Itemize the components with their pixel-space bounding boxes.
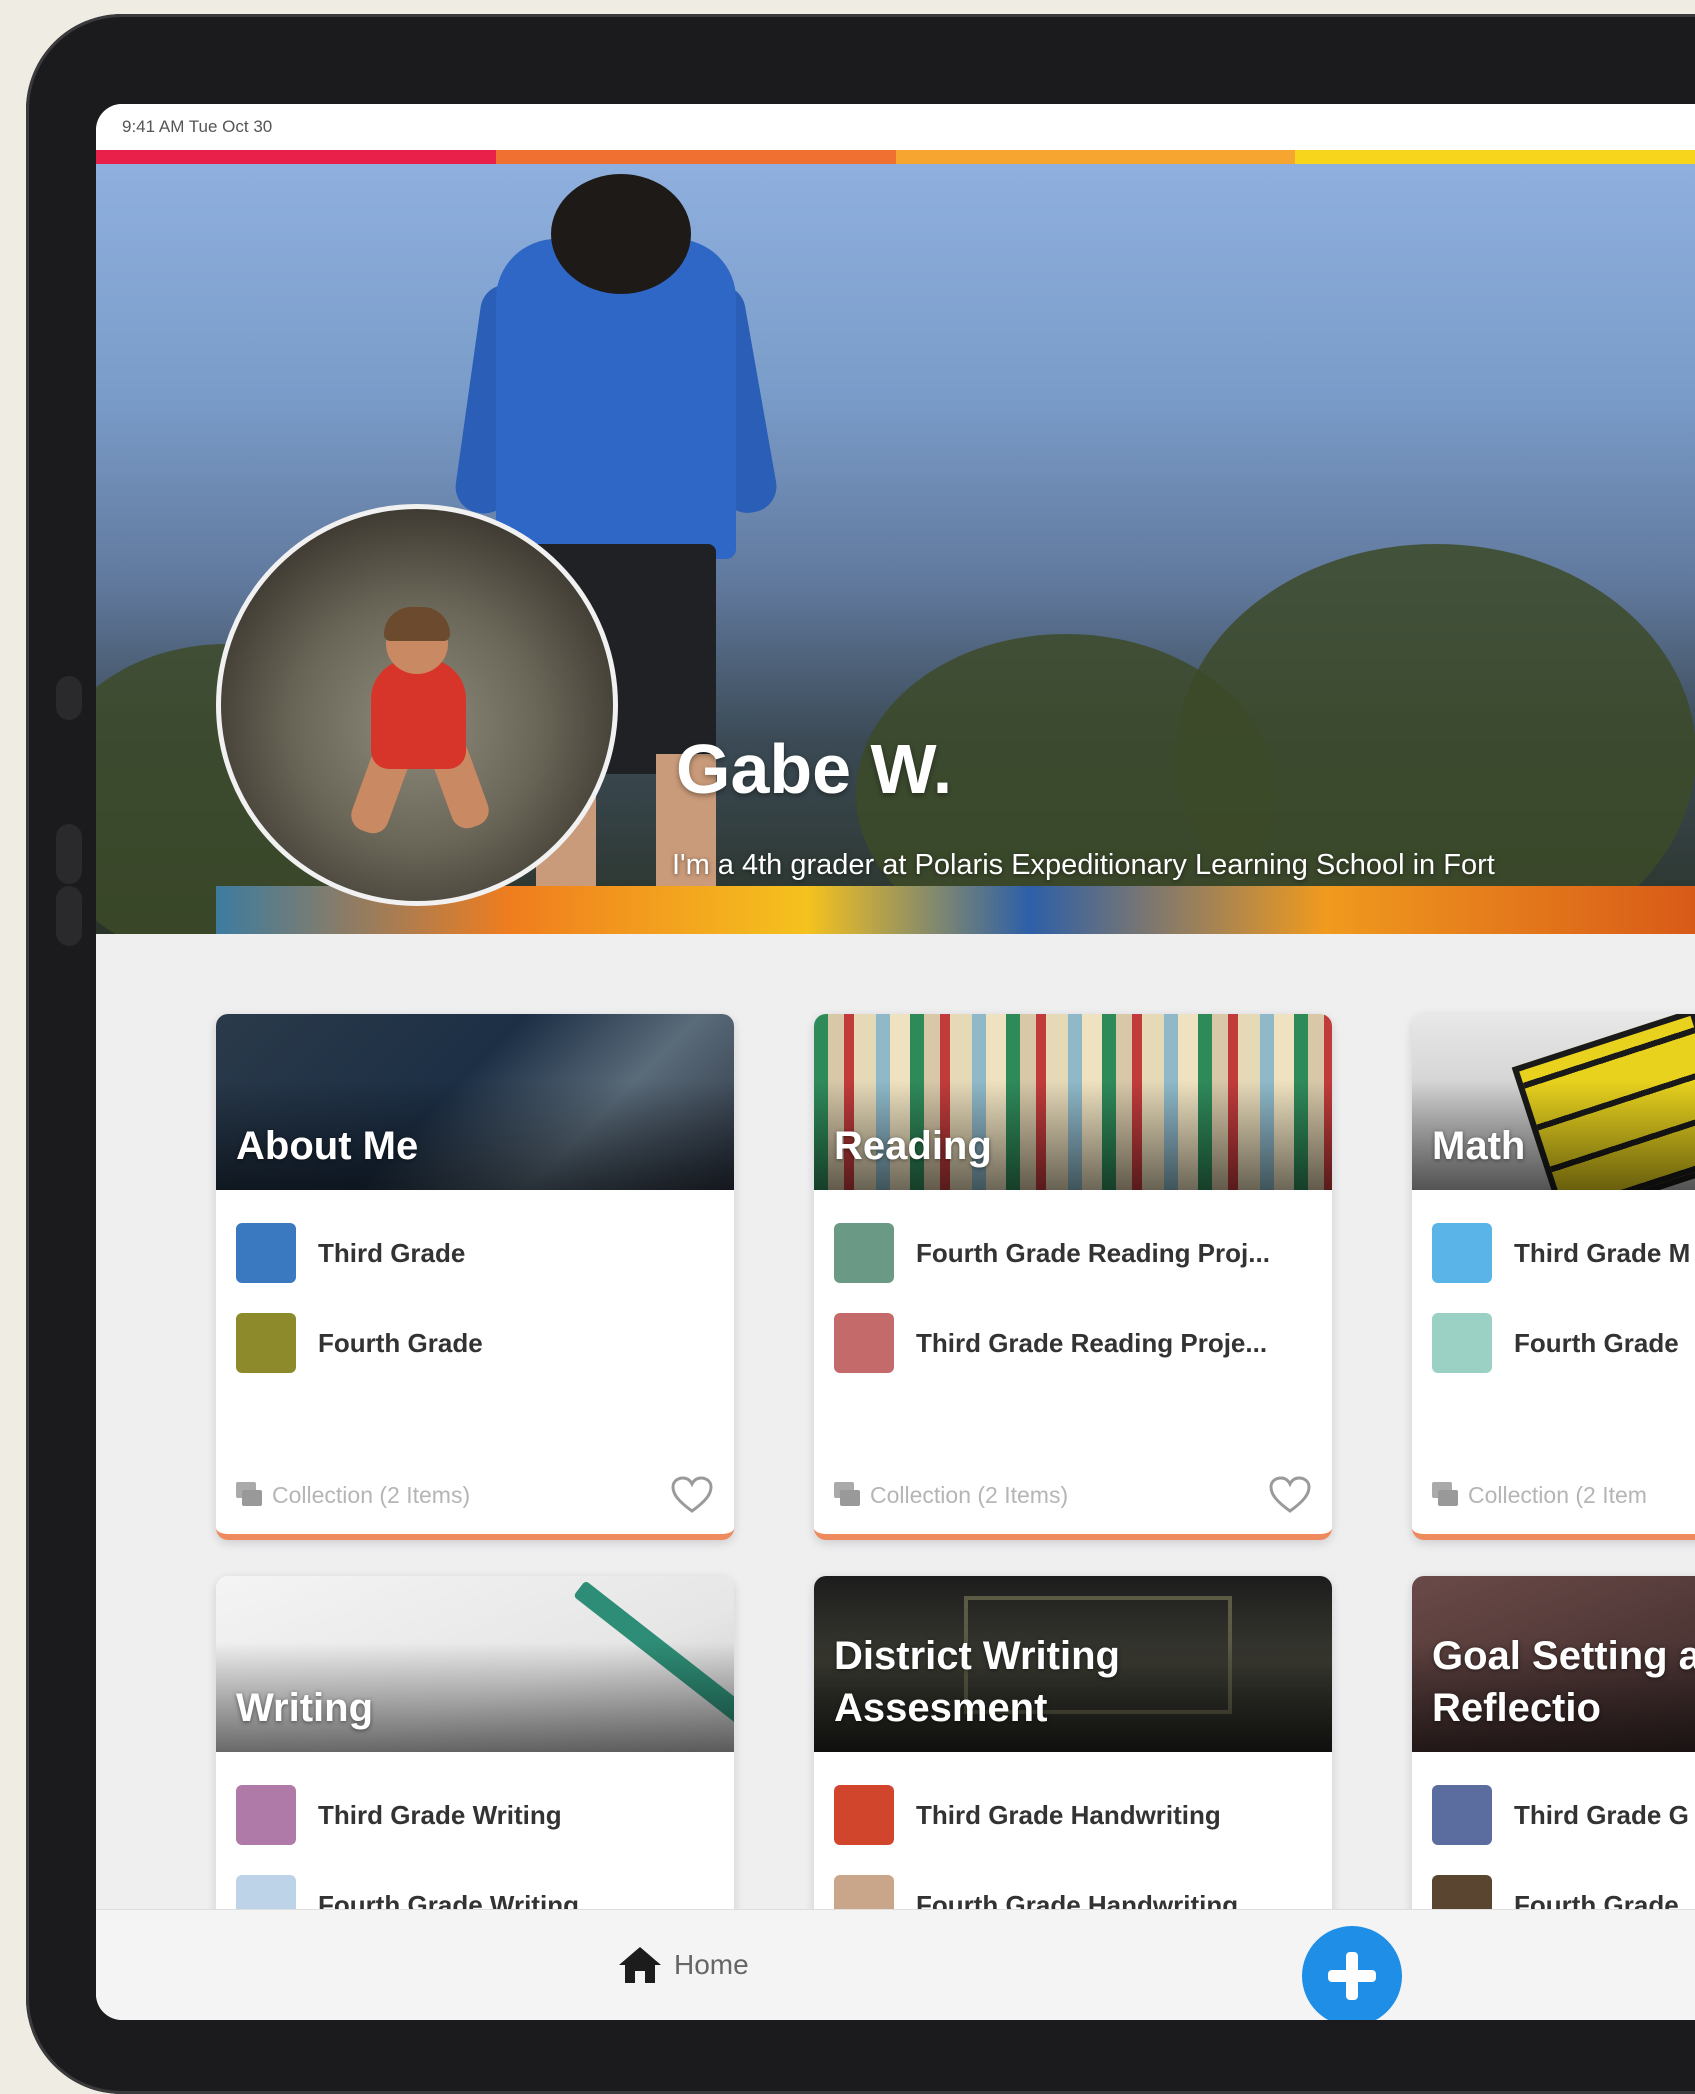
card-item[interactable]: Fourth Grade — [1432, 1298, 1695, 1388]
status-bar: 9:41 AM Tue Oct 30 — [96, 104, 1695, 150]
avatar[interactable] — [216, 504, 618, 906]
bottom-tab-bar: Home — [96, 1909, 1695, 2020]
card-item-label: Third Grade Reading Proje... — [916, 1327, 1268, 1358]
collection-card-about-me[interactable]: About Me Third Grade Fourth Grade Collec… — [216, 1014, 734, 1540]
profile-cover-photo: Gabe W. I'm a 4th grader at Polaris Expe… — [96, 164, 1695, 934]
card-title: Goal Setting and Reflectio — [1432, 1634, 1695, 1730]
item-thumbnail — [236, 1313, 296, 1373]
collection-card-goal-setting[interactable]: Goal Setting and Reflectio Third Grade G… — [1412, 1576, 1695, 1910]
card-footer: Collection (2 Items) — [236, 1472, 714, 1518]
card-cover-image: Goal Setting and Reflectio — [1412, 1576, 1695, 1752]
collection-card-reading[interactable]: Reading Fourth Grade Reading Proj... Thi… — [814, 1014, 1332, 1540]
person-head — [551, 174, 691, 294]
card-item-label: Third Grade M — [1514, 1237, 1691, 1268]
avatar-torso — [371, 659, 466, 769]
card-item-list: Third Grade Fourth Grade — [236, 1208, 714, 1388]
card-footer: Collection (2 Items) — [834, 1472, 1312, 1518]
heart-icon[interactable] — [670, 1475, 714, 1515]
collection-card-writing[interactable]: Writing Third Grade Writing Fourth Grade… — [216, 1576, 734, 1910]
card-item-label: Third Grade Writing — [318, 1799, 562, 1830]
status-time: 9:41 AM Tue Oct 30 — [122, 117, 273, 136]
card-item-label: Third Grade — [318, 1237, 466, 1268]
item-thumbnail — [1432, 1313, 1492, 1373]
side-button-2 — [56, 886, 82, 946]
item-thumbnail — [1432, 1875, 1492, 1910]
card-cover-image: Math — [1412, 1014, 1695, 1190]
card-title: About Me — [236, 1124, 419, 1168]
tab-home[interactable]: Home — [616, 1944, 749, 1986]
collections-grid: About Me Third Grade Fourth Grade Collec… — [96, 934, 1695, 1910]
card-title: District Writing Assesment — [834, 1634, 1120, 1730]
card-item-label: Fourth Grade — [318, 1327, 483, 1358]
card-item-list: Third Grade G Fourth Grade — [1432, 1770, 1695, 1910]
card-item[interactable]: Fourth Grade Writing — [236, 1860, 714, 1910]
rubiks-cube-image — [1511, 1014, 1695, 1190]
card-item[interactable]: Third Grade Reading Proje... — [834, 1298, 1312, 1388]
card-item[interactable]: Fourth Grade Reading Proj... — [834, 1208, 1312, 1298]
item-thumbnail — [834, 1313, 894, 1373]
card-item-list: Third Grade M Fourth Grade — [1432, 1208, 1695, 1388]
card-item[interactable]: Fourth Grade — [1432, 1860, 1695, 1910]
item-thumbnail — [834, 1875, 894, 1910]
rainbow-segment — [96, 150, 496, 164]
card-item-label: Fourth Grade — [1514, 1327, 1679, 1358]
add-button[interactable] — [1302, 1926, 1402, 2020]
app-screen: 9:41 AM Tue Oct 30 Gabe W. I'm a 4th gra… — [96, 104, 1695, 2020]
card-item-label: Third Grade G — [1514, 1799, 1689, 1830]
card-item[interactable]: Third Grade G — [1432, 1770, 1695, 1860]
card-item-label: Third Grade Handwriting — [916, 1799, 1221, 1830]
card-item[interactable]: Third Grade M — [1432, 1208, 1695, 1298]
item-thumbnail — [1432, 1223, 1492, 1283]
card-title: Writing — [236, 1686, 374, 1730]
rainbow-segment — [495, 150, 896, 164]
collection-card-math[interactable]: Math Third Grade M Fourth Grade Collecti… — [1412, 1014, 1695, 1540]
card-item[interactable]: Fourth Grade Handwriting — [834, 1860, 1312, 1910]
item-thumbnail — [236, 1875, 296, 1910]
rainbow-segment — [895, 150, 1296, 164]
collection-count: Collection (2 Item — [1468, 1481, 1647, 1508]
card-item-list: Third Grade Writing Fourth Grade Writing — [236, 1770, 714, 1910]
collection-stack-icon — [834, 1482, 862, 1508]
volume-button — [56, 676, 82, 720]
card-item[interactable]: Third Grade — [236, 1208, 714, 1298]
avatar-hair — [384, 607, 450, 641]
rainbow-segment — [1295, 150, 1695, 164]
card-title: Reading — [834, 1124, 992, 1168]
card-item-list: Fourth Grade Reading Proj... Third Grade… — [834, 1208, 1312, 1388]
collection-count: Collection (2 Items) — [272, 1481, 471, 1508]
item-thumbnail — [834, 1785, 894, 1845]
item-thumbnail — [236, 1223, 296, 1283]
card-item-label: Fourth Grade Handwriting — [916, 1889, 1239, 1911]
card-footer: Collection (2 Item — [1432, 1472, 1695, 1518]
card-item[interactable]: Third Grade Writing — [236, 1770, 714, 1860]
collection-card-district-writing[interactable]: District Writing Assesment Third Grade H… — [814, 1576, 1332, 1910]
rainbow-bar — [96, 150, 1695, 164]
card-cover-image: District Writing Assesment — [814, 1576, 1332, 1752]
card-cover-image: Writing — [216, 1576, 734, 1752]
side-button — [56, 824, 82, 884]
card-item-list: Third Grade Handwriting Fourth Grade Han… — [834, 1770, 1312, 1910]
collection-stack-icon — [1432, 1482, 1460, 1508]
plus-icon — [1328, 1952, 1376, 2000]
item-thumbnail — [1432, 1785, 1492, 1845]
card-item-label: Fourth Grade Reading Proj... — [916, 1237, 1270, 1268]
profile-bio: I'm a 4th grader at Polaris Expeditionar… — [672, 849, 1495, 881]
card-item[interactable]: Fourth Grade — [236, 1298, 714, 1388]
card-title: Math — [1432, 1124, 1526, 1168]
card-cover-image: About Me — [216, 1014, 734, 1190]
item-thumbnail — [236, 1785, 296, 1845]
tab-home-label: Home — [674, 1949, 749, 1980]
card-item-label: Fourth Grade Writing — [318, 1889, 579, 1911]
collection-stack-icon — [236, 1482, 264, 1508]
card-item[interactable]: Third Grade Handwriting — [834, 1770, 1312, 1860]
home-icon — [619, 1947, 661, 1983]
collection-count: Collection (2 Items) — [870, 1481, 1069, 1508]
profile-name: Gabe W. — [676, 730, 953, 808]
heart-icon[interactable] — [1268, 1475, 1312, 1515]
pencil-image — [573, 1580, 734, 1732]
card-cover-image: Reading — [814, 1014, 1332, 1190]
card-item-label: Fourth Grade — [1514, 1889, 1679, 1911]
item-thumbnail — [834, 1223, 894, 1283]
